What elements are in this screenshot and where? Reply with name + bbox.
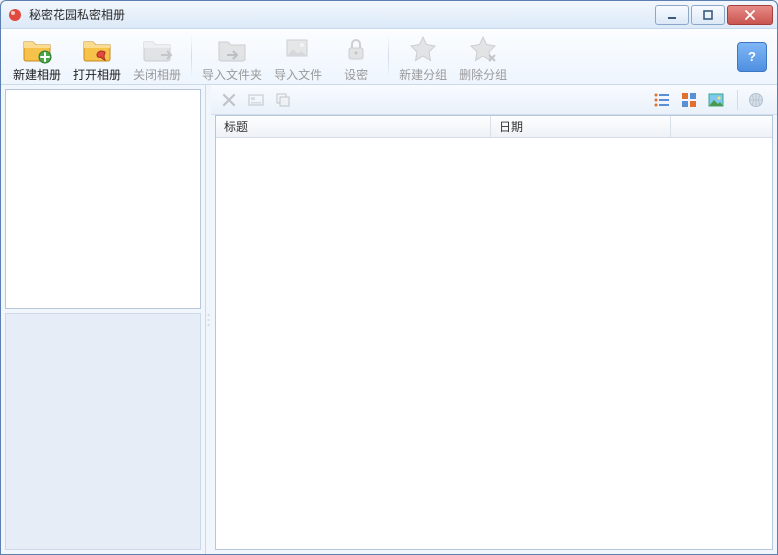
help-button[interactable]: ? xyxy=(737,42,767,72)
toolbar-separator xyxy=(737,90,738,110)
column-date[interactable]: 日期 xyxy=(491,116,671,137)
import-folder-icon xyxy=(216,33,248,65)
folder-close-icon xyxy=(141,33,173,65)
open-album-button[interactable]: 打开相册 xyxy=(67,31,127,83)
import-file-button[interactable]: 导入文件 xyxy=(268,31,328,83)
help-icon: ? xyxy=(743,48,761,66)
delete-item-button[interactable] xyxy=(217,89,241,111)
column-date-label: 日期 xyxy=(499,118,523,135)
close-album-label: 关闭相册 xyxy=(133,66,181,83)
main-panel: 标题 日期 xyxy=(211,85,777,554)
main-toolbar: 新建相册 打开相册 关闭相册 xyxy=(1,29,777,85)
copy-icon xyxy=(275,92,291,108)
view-globe-button[interactable] xyxy=(744,89,768,111)
close-button[interactable] xyxy=(727,5,773,25)
card-icon xyxy=(248,92,264,108)
import-file-icon xyxy=(282,33,314,65)
new-group-label: 新建分组 xyxy=(399,66,447,83)
new-album-button[interactable]: 新建相册 xyxy=(7,31,67,83)
rename-item-button[interactable] xyxy=(244,89,268,111)
column-title-label: 标题 xyxy=(224,118,248,135)
toolbar-separator xyxy=(388,35,389,79)
new-group-button[interactable]: 新建分组 xyxy=(393,31,453,83)
toolbar-separator xyxy=(191,35,192,79)
star-new-icon xyxy=(407,33,439,65)
thumbnail-view-icon xyxy=(708,92,724,108)
content-area: 标题 日期 xyxy=(1,85,777,554)
new-album-label: 新建相册 xyxy=(13,66,61,83)
globe-icon xyxy=(748,92,764,108)
open-album-label: 打开相册 xyxy=(73,66,121,83)
album-tree-panel[interactable] xyxy=(5,89,201,309)
close-album-button[interactable]: 关闭相册 xyxy=(127,31,187,83)
column-title[interactable]: 标题 xyxy=(216,116,491,137)
preview-panel xyxy=(5,313,201,550)
column-spacer xyxy=(671,116,772,137)
sidebar xyxy=(1,85,206,554)
import-folder-button[interactable]: 导入文件夹 xyxy=(196,31,268,83)
app-icon xyxy=(7,7,23,23)
x-icon xyxy=(221,92,237,108)
view-grid-button[interactable] xyxy=(677,89,701,111)
view-thumbnail-button[interactable] xyxy=(704,89,728,111)
delete-group-label: 删除分组 xyxy=(459,66,507,83)
view-list-button[interactable] xyxy=(650,89,674,111)
delete-group-button[interactable]: 删除分组 xyxy=(453,31,513,83)
copy-item-button[interactable] xyxy=(271,89,295,111)
folder-new-icon xyxy=(21,33,53,65)
maximize-button[interactable] xyxy=(691,5,725,25)
minimize-button[interactable] xyxy=(655,5,689,25)
import-folder-label: 导入文件夹 xyxy=(202,66,262,83)
settings-button[interactable]: 设密 xyxy=(328,31,384,83)
grid-view-icon xyxy=(681,92,697,108)
grid-header: 标题 日期 xyxy=(216,116,772,138)
svg-text:?: ? xyxy=(748,49,756,64)
star-delete-icon xyxy=(467,33,499,65)
lock-icon xyxy=(340,33,372,65)
grid-toolbar xyxy=(211,85,777,115)
items-grid: 标题 日期 xyxy=(215,115,773,550)
settings-label: 设密 xyxy=(344,66,368,83)
titlebar: 秘密花园私密相册 xyxy=(1,1,777,29)
list-view-icon xyxy=(653,92,671,108)
window-title: 秘密花园私密相册 xyxy=(29,6,125,23)
folder-open-icon xyxy=(81,33,113,65)
grid-body[interactable] xyxy=(216,138,772,549)
import-file-label: 导入文件 xyxy=(274,66,322,83)
